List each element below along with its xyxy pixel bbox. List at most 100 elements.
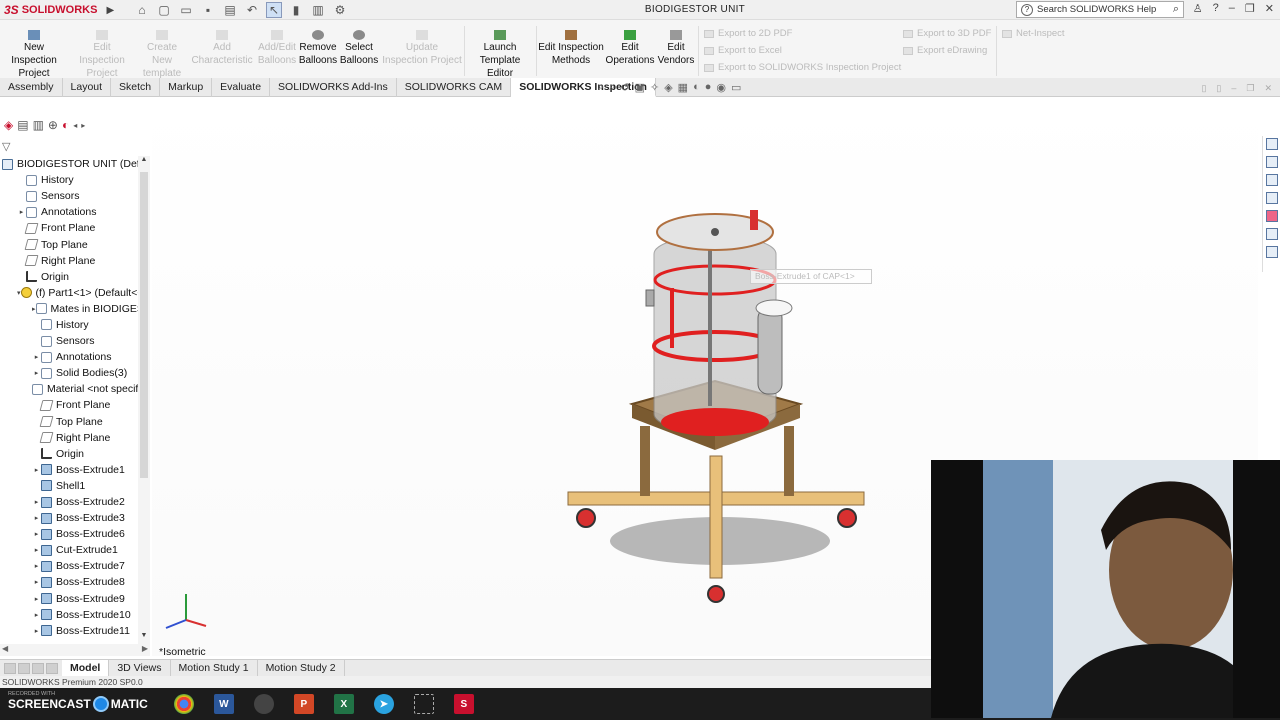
tree-item[interactable]: ▸ Boss-Extrude1 — [0, 462, 138, 478]
tree-item[interactable]: ▸ Boss-Extrude9 — [0, 591, 138, 607]
configuration-manager-icon[interactable]: ▥ — [33, 118, 44, 132]
tree-item[interactable]: ▸ Annotations — [0, 204, 138, 220]
export-excel-button[interactable]: Export to Excel — [704, 45, 782, 56]
expand-arrow-icon[interactable]: ▸ — [32, 578, 41, 586]
solidworks-taskbar-icon[interactable]: S — [453, 694, 474, 714]
scroll-right-icon[interactable]: ▶ — [142, 644, 148, 656]
apply-scene-icon[interactable]: ◉ — [716, 81, 726, 94]
next-tab-icon[interactable] — [32, 662, 44, 674]
powerpoint-icon[interactable]: P — [293, 694, 314, 714]
expand-arrow-icon[interactable]: ▸ — [32, 466, 41, 474]
viewport-split-icon[interactable]: ▯ — [1201, 83, 1206, 94]
viewport-minimize-icon[interactable]: – — [1231, 83, 1236, 94]
edit-appearance-icon[interactable]: ● — [705, 81, 712, 94]
expand-arrow-icon[interactable]: ▸ — [32, 353, 41, 361]
word-icon[interactable]: W — [213, 694, 234, 714]
expand-arrow-icon[interactable]: ▸ — [17, 208, 26, 216]
tree-item[interactable]: ▸ Boss-Extrude11 — [0, 623, 138, 639]
tab-markup[interactable]: Markup — [160, 78, 213, 97]
excel-icon[interactable]: X — [333, 694, 354, 714]
export-edrawing-button[interactable]: Export eDrawing — [903, 45, 987, 56]
tab-motion-study-2[interactable]: Motion Study 2 — [258, 659, 345, 677]
app-icon[interactable] — [253, 694, 274, 714]
scroll-down-icon[interactable]: ▼ — [138, 632, 150, 644]
edit-inspection-methods-button[interactable]: Edit Inspection Methods — [538, 30, 604, 67]
tree-item[interactable]: ▸ Boss-Extrude8 — [0, 574, 138, 590]
add-edit-balloons-button[interactable]: Add/Edit Balloons — [256, 30, 298, 67]
view-orientation-icon[interactable]: ◈ — [664, 81, 672, 94]
tab-motion-study-1[interactable]: Motion Study 1 — [171, 659, 258, 677]
expand-arrow-icon[interactable]: ▸ — [32, 627, 41, 635]
dynamic-annotation-icon[interactable]: ✧ — [650, 81, 659, 94]
scroll-up-icon[interactable]: ▲ — [138, 156, 150, 168]
tree-item[interactable]: History — [0, 317, 138, 333]
new-inspection-project-button[interactable]: New Inspection Project — [2, 30, 66, 80]
previous-view-icon[interactable]: ↺ — [620, 81, 629, 94]
view-palette-icon[interactable] — [1265, 192, 1278, 204]
prev-tab-icon[interactable] — [18, 662, 30, 674]
chrome-icon[interactable] — [173, 694, 194, 714]
expand-arrow-icon[interactable]: ▸ — [32, 514, 41, 522]
remove-balloons-button[interactable]: Remove Balloons — [298, 30, 338, 67]
tab-model[interactable]: Model — [62, 659, 110, 677]
viewport-close-icon[interactable]: ✕ — [1264, 83, 1272, 94]
export-2d-pdf-button[interactable]: Export to 2D PDF — [704, 28, 792, 39]
tree-item[interactable]: ▸ Annotations — [0, 349, 138, 365]
expand-arrow-icon[interactable]: ▸ — [32, 546, 41, 554]
tab-add-ins[interactable]: SOLIDWORKS Add-Ins — [270, 78, 397, 97]
display-manager-icon[interactable]: ◐ — [62, 118, 69, 132]
tree-item[interactable]: Origin — [0, 446, 138, 462]
property-manager-icon[interactable]: ▤ — [17, 118, 28, 132]
hide-show-icon[interactable]: ◐ — [693, 81, 700, 94]
edit-vendors-button[interactable]: Edit Vendors — [656, 30, 696, 67]
tree-item[interactable]: Right Plane — [0, 253, 138, 269]
help-search[interactable]: ? Search SOLIDWORKS Help ⌕ — [1016, 1, 1184, 18]
biodigestor-model[interactable] — [560, 196, 880, 616]
tree-item[interactable]: ▸ Boss-Extrude7 — [0, 558, 138, 574]
display-style-icon[interactable]: ▦ — [678, 81, 688, 94]
tree-item[interactable]: ▸ Mates in BIODIGEST — [0, 301, 138, 317]
custom-properties-icon[interactable] — [1265, 228, 1278, 240]
net-inspect-button[interactable]: Net-Inspect — [1002, 28, 1065, 39]
tree-item[interactable]: Origin — [0, 269, 138, 285]
expand-arrow-icon[interactable]: ▸ — [32, 305, 36, 313]
tree-item[interactable]: Front Plane — [0, 220, 138, 236]
tree-item[interactable]: Top Plane — [0, 236, 138, 252]
view-settings-icon[interactable]: ▭ — [731, 81, 741, 94]
tree-item[interactable]: ▸ Boss-Extrude6 — [0, 526, 138, 542]
tab-scroll-left-icon[interactable]: ◂ — [73, 121, 77, 130]
tab-sketch[interactable]: Sketch — [111, 78, 161, 97]
appearances-icon[interactable] — [1265, 210, 1278, 222]
search-icon[interactable]: ⌕ — [1173, 3, 1179, 16]
export-sw-inspection-button[interactable]: Export to SOLIDWORKS Inspection Project — [704, 62, 901, 73]
update-inspection-project-button[interactable]: Update Inspection Project — [382, 30, 462, 67]
expand-arrow-icon[interactable]: ▸ — [32, 611, 41, 619]
restore-icon[interactable]: ❐ — [1245, 2, 1255, 15]
tree-item[interactable]: ▾ (f) Part1<1> (Default<< — [0, 285, 138, 301]
tree-item[interactable]: Sensors — [0, 333, 138, 349]
minimize-icon[interactable]: – — [1229, 2, 1235, 15]
expand-arrow-icon[interactable]: ▾ — [17, 289, 21, 297]
tab-3d-views[interactable]: 3D Views — [109, 659, 171, 677]
create-new-template-button[interactable]: Create New template — [136, 30, 188, 80]
section-view-icon[interactable]: ▣ — [635, 81, 645, 94]
add-characteristic-button[interactable]: Add Characteristic — [191, 30, 253, 67]
expand-arrow-icon[interactable]: ▸ — [32, 562, 41, 570]
feature-manager-icon[interactable]: ◈ — [4, 118, 13, 132]
last-tab-icon[interactable] — [46, 662, 58, 674]
tree-item[interactable]: Sensors — [0, 188, 138, 204]
zoom-to-fit-icon[interactable]: ⌕ — [598, 81, 604, 94]
search-input[interactable]: Search SOLIDWORKS Help — [1037, 4, 1156, 15]
viewport-tile-icon[interactable]: ▯ — [1216, 83, 1221, 94]
sw-resources-icon[interactable] — [1265, 138, 1278, 150]
expand-arrow-icon[interactable]: ▸ — [32, 498, 41, 506]
export-3d-pdf-button[interactable]: Export to 3D PDF — [903, 28, 991, 39]
select-balloons-button[interactable]: Select Balloons — [340, 30, 378, 67]
tab-cam[interactable]: SOLIDWORKS CAM — [397, 78, 512, 97]
expand-arrow-icon[interactable]: ▸ — [32, 595, 41, 603]
snip-icon[interactable] — [413, 694, 434, 714]
edit-inspection-project-button[interactable]: Edit Inspection Project — [70, 30, 134, 80]
scrollbar-thumb[interactable] — [140, 172, 148, 478]
edit-operations-button[interactable]: Edit Operations — [606, 30, 654, 67]
help-question-icon[interactable]: ? — [1213, 2, 1219, 15]
